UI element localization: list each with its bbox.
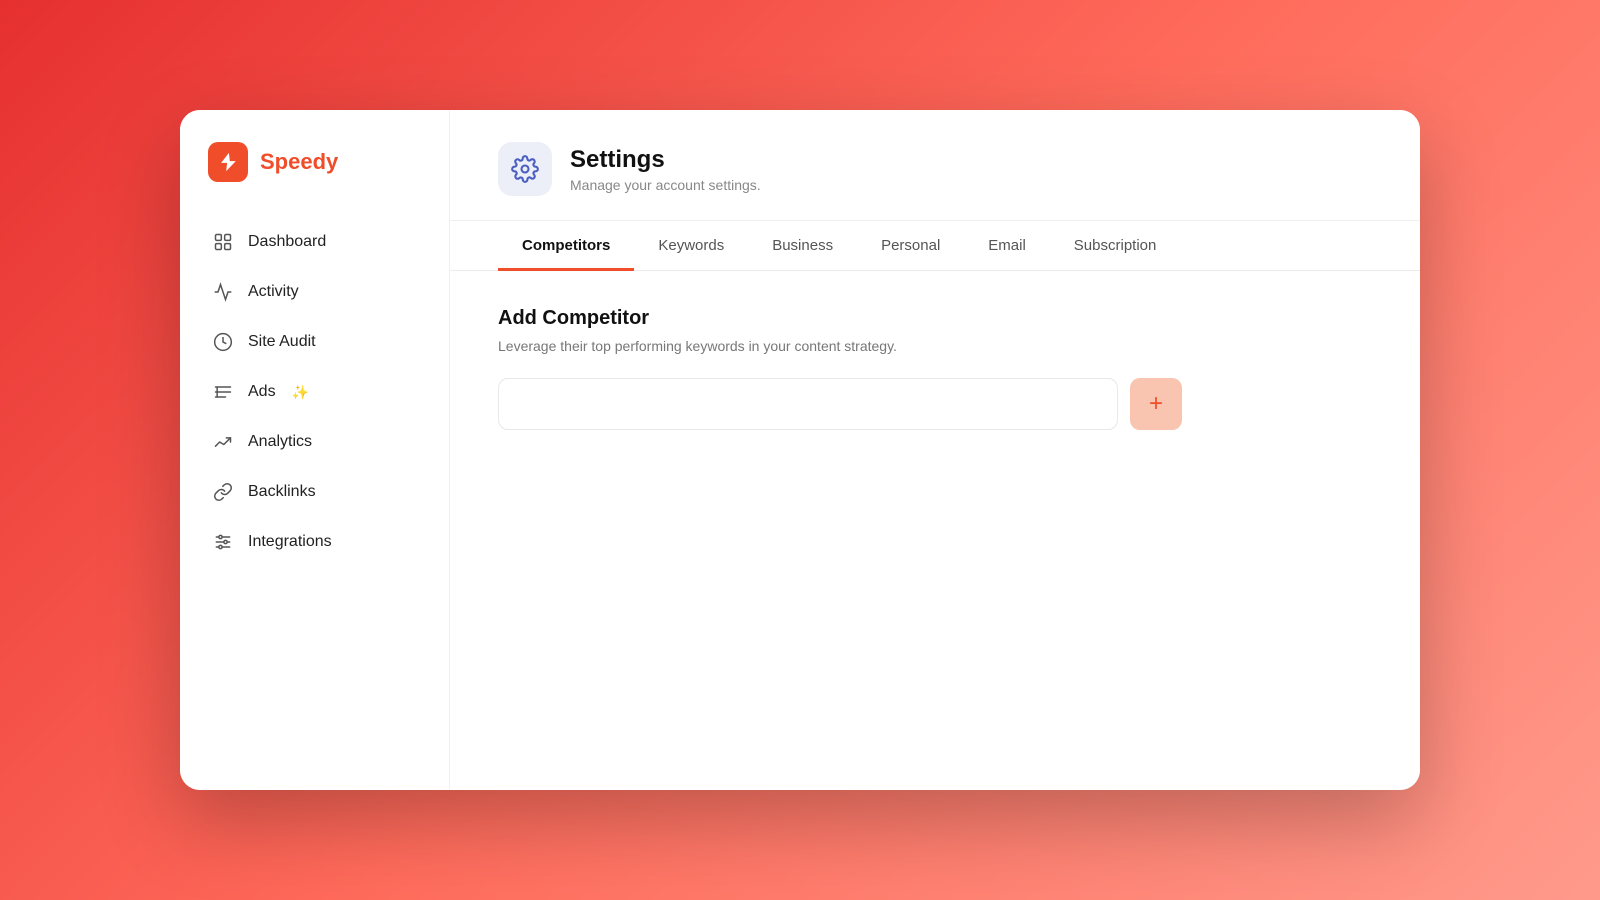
tab-keywords[interactable]: Keywords [634,221,748,271]
section-title: Add Competitor [498,307,1372,330]
logo-area: Speedy [200,142,429,182]
tab-business[interactable]: Business [748,221,857,271]
main-content: Settings Manage your account settings. C… [450,110,1420,790]
settings-icon-wrap [498,142,552,196]
header-text: Settings Manage your account settings. [570,146,761,193]
tab-personal[interactable]: Personal [857,221,964,271]
section-desc: Leverage their top performing keywords i… [498,338,1372,354]
tabs-bar: Competitors Keywords Business Personal E… [450,221,1420,271]
analytics-icon [212,431,234,453]
sidebar-item-activity[interactable]: Activity [200,268,429,316]
page-title: Settings [570,146,761,174]
integrations-icon [212,531,234,553]
tab-competitors[interactable]: Competitors [498,221,634,271]
sidebar-item-backlinks[interactable]: Backlinks [200,468,429,516]
dashboard-label: Dashboard [248,233,326,251]
logo-icon [208,142,248,182]
sidebar: Speedy Dashboard [180,110,450,790]
analytics-label: Analytics [248,433,312,451]
tab-subscription[interactable]: Subscription [1050,221,1181,271]
sidebar-item-analytics[interactable]: Analytics [200,418,429,466]
competitor-input[interactable] [498,378,1118,430]
competitor-input-row: + [498,378,1372,430]
add-competitor-button[interactable]: + [1130,378,1182,430]
integrations-label: Integrations [248,533,332,551]
tab-email[interactable]: Email [964,221,1050,271]
content-area: Add Competitor Leverage their top perfor… [450,271,1420,790]
backlinks-icon [212,481,234,503]
sidebar-nav: Dashboard Activity Si [200,218,429,568]
ads-icon [212,381,234,403]
page-subtitle: Manage your account settings. [570,177,761,193]
activity-label: Activity [248,283,299,301]
app-window: Speedy Dashboard [180,110,1420,790]
site-audit-label: Site Audit [248,333,316,351]
site-audit-icon [212,331,234,353]
activity-icon [212,281,234,303]
backlinks-label: Backlinks [248,483,316,501]
ads-badge: ✨ [292,384,309,401]
sidebar-item-dashboard[interactable]: Dashboard [200,218,429,266]
app-name: Speedy [260,149,338,175]
ads-label: Ads [248,383,276,401]
sidebar-item-ads[interactable]: Ads ✨ [200,368,429,416]
dashboard-icon [212,231,234,253]
sidebar-item-site-audit[interactable]: Site Audit [200,318,429,366]
sidebar-item-integrations[interactable]: Integrations [200,518,429,566]
page-header: Settings Manage your account settings. [450,110,1420,221]
